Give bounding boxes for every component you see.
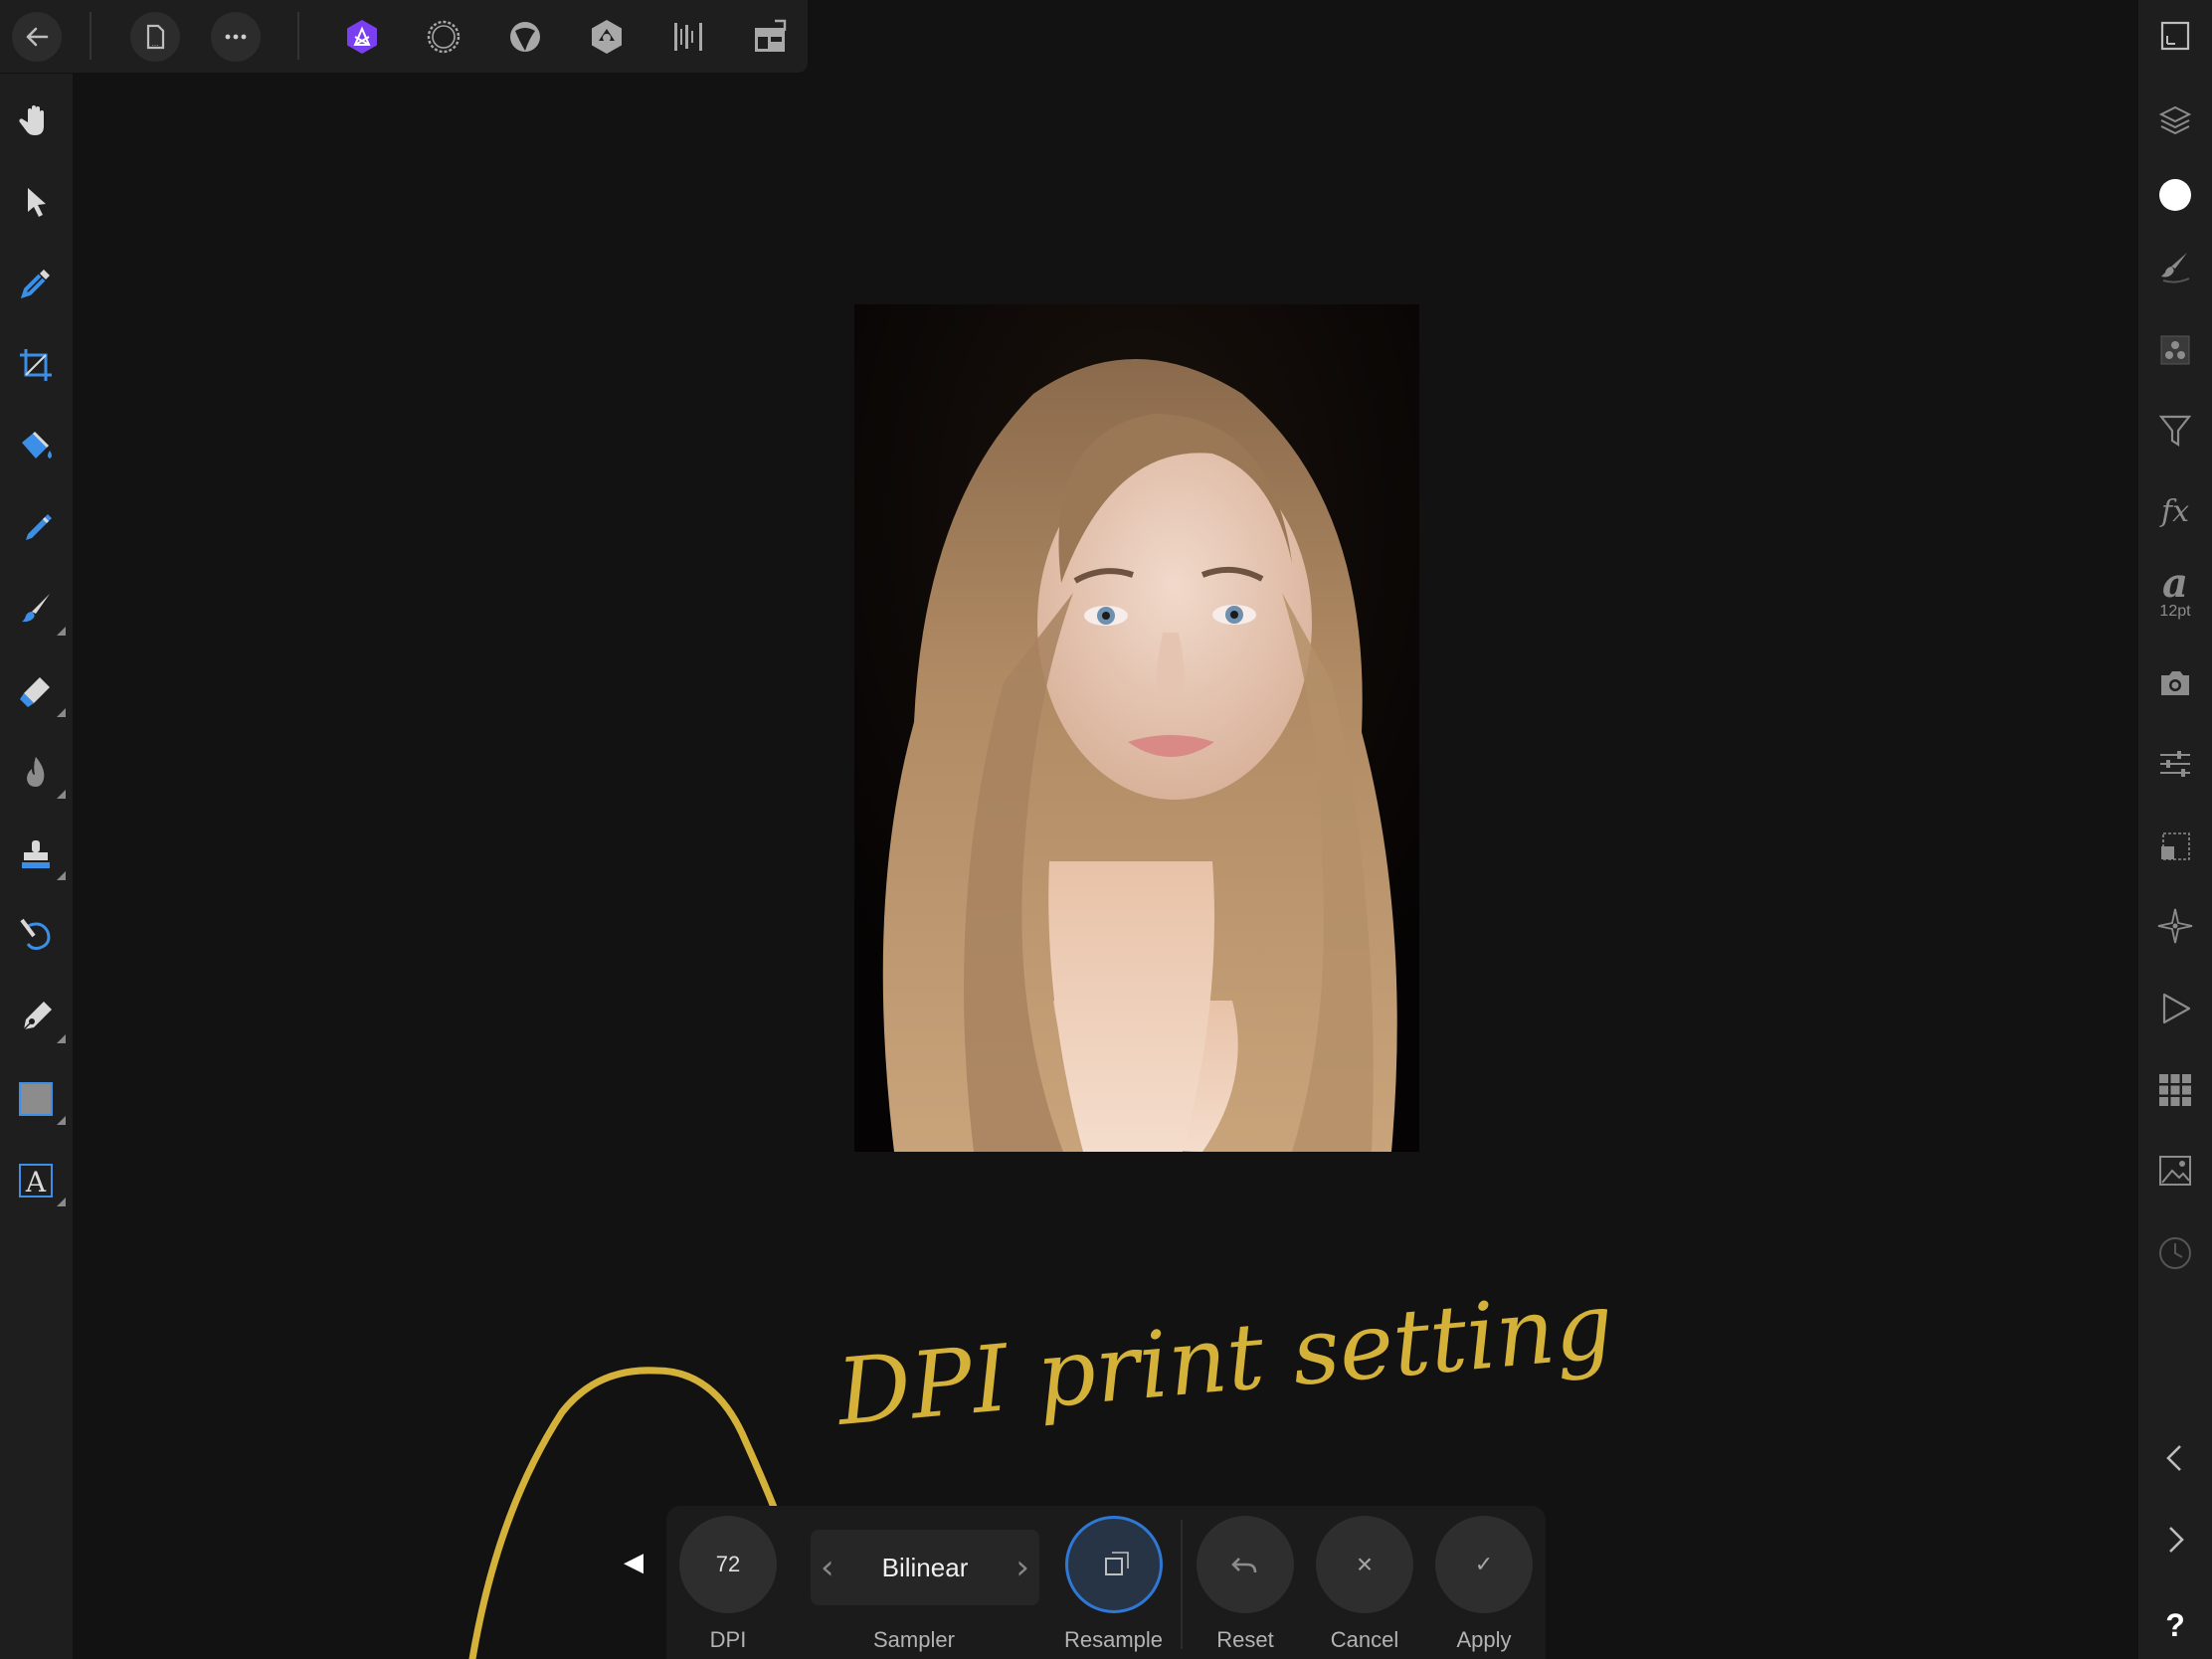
clone-icon[interactable] [8,827,66,882]
transform-icon[interactable] [2147,818,2203,873]
resample-label: Resample [1064,1627,1164,1652]
sampler-next-icon[interactable]: › [1015,1548,1029,1587]
cancel-circle[interactable]: × [1316,1516,1413,1613]
pen-icon[interactable] [8,990,66,1045]
stock-icon[interactable] [2147,1143,2203,1198]
document-icon[interactable]: ... [130,12,180,62]
dpi-label: DPI [709,1627,747,1652]
color-icon[interactable] [2147,167,2203,223]
svg-text:A: A [25,1166,47,1198]
shape-icon[interactable] [8,1071,66,1127]
tools-panel: A [0,74,73,1659]
dpi-control[interactable]: 72 DPI [679,1516,777,1653]
hand-icon[interactable] [8,92,64,148]
reset-icon [1231,1558,1257,1573]
sampler-selector[interactable]: ‹ Bilinear › [811,1530,1039,1605]
dpi-value: 72 [715,1552,741,1576]
channels-icon[interactable] [2147,322,2203,378]
navigator-icon[interactable] [2147,898,2203,954]
reset-label: Reset [1216,1627,1274,1652]
persona-toolbar: ... [0,0,808,73]
photo-persona-icon[interactable] [334,9,390,65]
svg-text:...: ... [152,39,159,48]
help-icon[interactable]: ? [2147,1597,2203,1653]
swatches-icon[interactable] [2147,1062,2203,1118]
dpi-dial[interactable]: 72 [679,1516,777,1613]
fx-icon[interactable]: fx [2147,483,2203,539]
snapshots-icon[interactable] [2147,655,2203,711]
selection-brush-icon[interactable] [8,500,64,556]
studio-icon[interactable] [742,9,798,65]
sampler-label: Sampler [873,1627,955,1652]
resample-icon [1104,1552,1129,1575]
cancel-button[interactable]: × Cancel [1316,1516,1413,1653]
macro-icon[interactable] [2147,981,2203,1036]
undo-brush-icon[interactable] [8,908,64,964]
move-icon[interactable] [8,174,64,230]
reset-circle[interactable] [1197,1516,1294,1613]
sampler-prev-icon[interactable]: ‹ [821,1548,834,1587]
resample-button[interactable]: Resample [1064,1516,1163,1653]
studio-panel: fx a 12pt ? [2138,0,2212,1659]
flood-fill-icon[interactable] [8,419,64,474]
document-canvas-image [854,304,1419,1152]
tone-mapping-persona-icon[interactable] [579,9,635,65]
more-icon[interactable] [211,12,261,62]
fx-label: fx [2160,493,2190,529]
text-style-icon[interactable]: a 12pt [2147,560,2203,621]
liquify-persona-icon[interactable] [416,9,471,65]
adjustments-icon[interactable] [2147,736,2203,792]
cancel-label: Cancel [1330,1627,1399,1652]
apply-label: Apply [1456,1627,1512,1652]
cancel-icon: × [1356,1549,1374,1579]
layers-icon[interactable] [2147,92,2203,147]
view-mode-icon[interactable] [2147,8,2203,64]
text-style-glyph: a [2162,560,2188,607]
brushes-icon[interactable] [2147,239,2203,294]
prev-icon[interactable] [2147,1430,2203,1486]
resample-context-toolbar: 72 DPI ‹ Bilinear › Sampler Resample Res… [666,1506,1546,1659]
collapse-context-icon[interactable]: ◀ [621,1547,646,1576]
export-persona-icon[interactable] [660,9,716,65]
sampler-value: Bilinear [881,1552,969,1582]
dodge-burn-icon[interactable] [8,745,66,801]
help-label: ? [2165,1606,2185,1643]
annotation-text: DPI print setting [831,1272,1618,1446]
apply-icon: ✓ [1474,1552,1494,1576]
back-icon[interactable] [12,12,62,62]
develop-persona-icon[interactable] [497,9,553,65]
history-icon[interactable] [2147,1225,2203,1281]
text-style-size: 12pt [2159,603,2191,620]
crop-icon[interactable] [8,337,64,393]
paint-brush-icon[interactable] [8,582,66,638]
resample-toggle[interactable] [1064,1516,1163,1613]
filters-icon[interactable] [2147,403,2203,459]
apply-circle[interactable]: ✓ [1435,1516,1533,1613]
apply-button[interactable]: ✓ Apply [1435,1516,1533,1653]
reset-button[interactable]: Reset [1197,1516,1294,1653]
color-picker-icon[interactable] [8,256,64,311]
next-icon[interactable] [2147,1512,2203,1567]
text-icon[interactable]: A [8,1153,66,1208]
erase-brush-icon[interactable] [8,663,66,719]
